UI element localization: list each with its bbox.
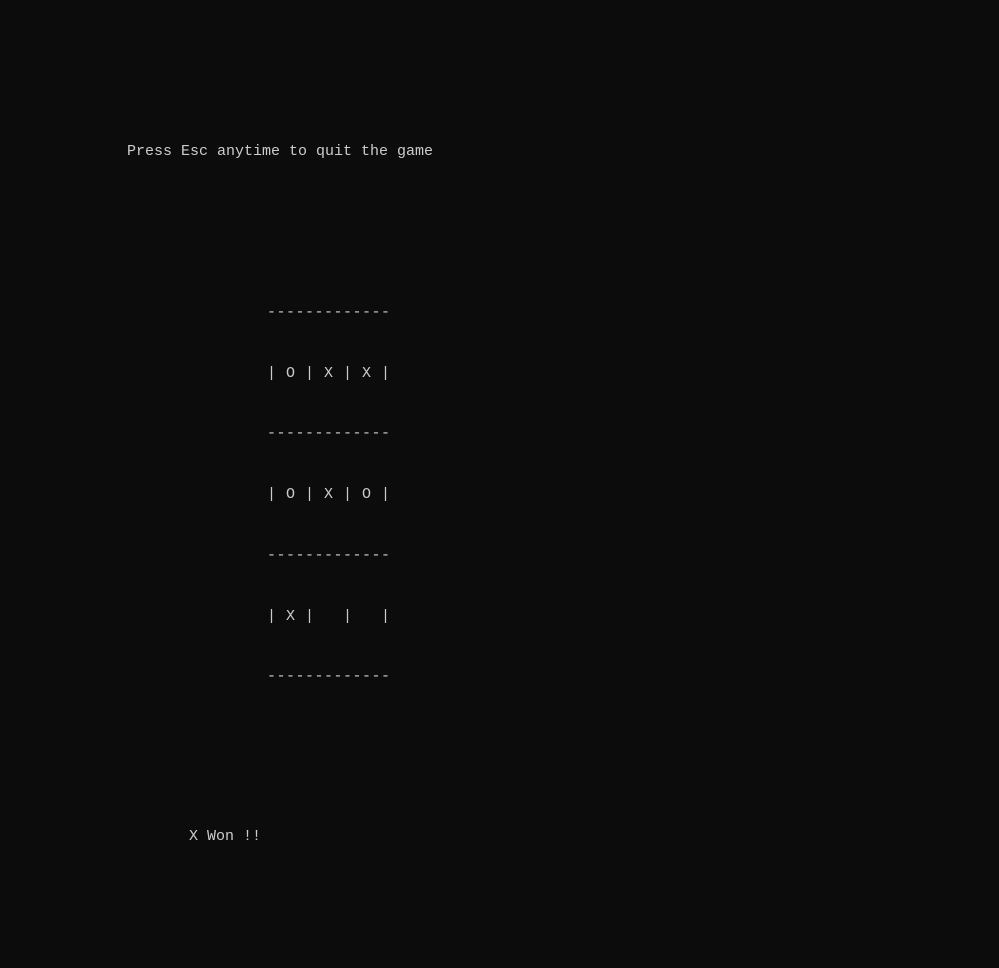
quit-instruction: Press Esc anytime to quit the game <box>127 142 999 162</box>
game-board: ------------- | O | X | X | ------------… <box>127 262 999 728</box>
board-row-2: | X | | | <box>267 607 999 627</box>
board-divider: ------------- <box>267 303 999 323</box>
game-result: X Won !! <box>127 827 999 847</box>
board-divider: ------------- <box>267 667 999 687</box>
board-row-0: | O | X | X | <box>267 364 999 384</box>
terminal-output: Press Esc anytime to quit the game -----… <box>0 81 999 867</box>
board-divider: ------------- <box>267 424 999 444</box>
board-divider: ------------- <box>267 546 999 566</box>
board-row-1: | O | X | O | <box>267 485 999 505</box>
